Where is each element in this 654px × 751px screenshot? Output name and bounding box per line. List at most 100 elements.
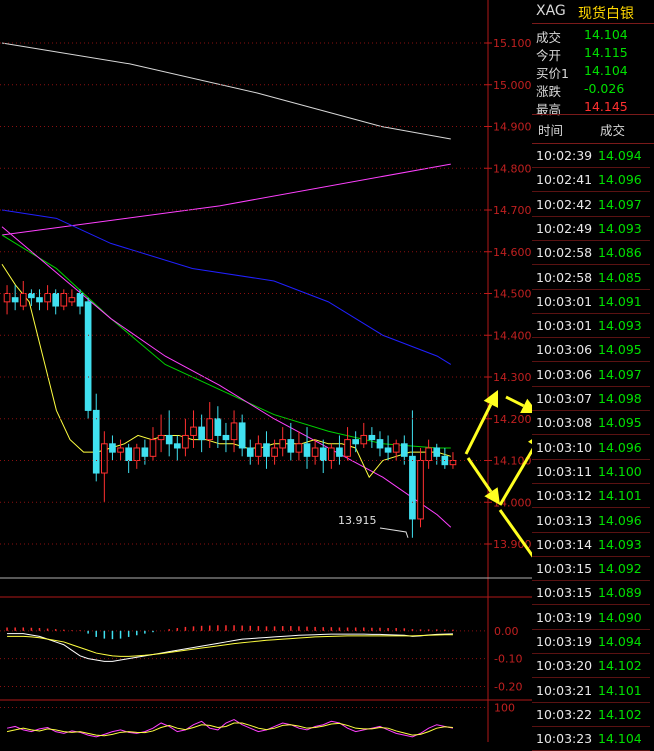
tick-price: 14.094 xyxy=(598,148,642,163)
tick-row: 10:03:01 14.091 xyxy=(532,290,650,314)
quote-value: 14.104 xyxy=(584,27,628,42)
candle xyxy=(11,285,19,311)
moving-average-line xyxy=(1,226,452,528)
candle-body xyxy=(141,447,149,457)
candle-body xyxy=(417,460,424,520)
candle-body xyxy=(149,439,157,457)
tick-time: 10:03:01 xyxy=(536,318,593,334)
candle xyxy=(214,406,222,448)
quote-label: 今开 xyxy=(536,48,562,63)
arrow-shaft xyxy=(505,395,525,408)
tick-price: 14.089 xyxy=(598,585,642,601)
tick-row: 10:03:06 14.095 xyxy=(532,338,650,363)
macd-panel: 0.00 -0.10 -0.20 xyxy=(0,625,522,693)
tick-time: 10:03:15 xyxy=(536,561,593,577)
candle-body xyxy=(206,418,214,441)
candle-body xyxy=(165,434,173,445)
tick-row: 10:03:23 14.104 xyxy=(532,727,650,751)
low-price-pointer xyxy=(379,527,409,538)
tick-row: 10:02:41 14.096 xyxy=(532,168,650,193)
tick-price: 14.104 xyxy=(598,731,642,747)
yellow-arrow xyxy=(505,395,532,413)
candle-body xyxy=(449,460,457,466)
tick-time: 10:03:06 xyxy=(536,366,593,382)
tick-row: 10:03:19 14.094 xyxy=(532,630,650,654)
candle-body xyxy=(246,447,254,457)
candle-body xyxy=(344,439,351,457)
candle-body xyxy=(117,447,124,453)
candle xyxy=(133,443,141,469)
tick-time: 10:02:41 xyxy=(536,172,593,188)
tick-price: 14.096 xyxy=(598,512,642,528)
tick-time: 10:02:39 xyxy=(536,148,593,163)
tick-row: 10:03:06 14.097 xyxy=(532,363,650,387)
quote-label: 涨跌 xyxy=(536,84,562,99)
candle-body xyxy=(125,447,132,462)
tick-price: 14.095 xyxy=(598,415,642,431)
tick-row: 10:02:49 14.093 xyxy=(532,217,650,241)
tick-list-header: 时间 成交 xyxy=(532,114,654,144)
quote-row: 买价1 14.104 xyxy=(536,63,654,81)
tick-row: 10:03:22 14.102 xyxy=(532,703,650,727)
tick-row: 10:03:14 14.093 xyxy=(532,533,650,557)
macd-y-tick-label: 0.00 xyxy=(494,625,519,638)
tick-row: 10:03:15 14.089 xyxy=(532,581,650,606)
tick-list[interactable]: 10:02:39 14.094 10:02:41 14.096 10:02:42 14.0… xyxy=(532,144,654,751)
tick-price: 14.093 xyxy=(598,318,642,334)
tick-time: 10:03:19 xyxy=(536,609,593,625)
tick-time: 10:03:23 xyxy=(536,731,593,747)
candle xyxy=(222,422,230,453)
tick-time: 10:03:19 xyxy=(536,634,593,649)
candle-body xyxy=(190,426,197,436)
tick-row: 10:02:58 14.086 xyxy=(532,241,650,266)
candle xyxy=(230,410,238,453)
candle-body xyxy=(360,434,368,445)
symbol-code: XAG xyxy=(536,3,566,19)
candle-body xyxy=(336,447,343,457)
tick-time: 10:02:42 xyxy=(536,196,593,212)
candle xyxy=(68,289,76,307)
tick-price: 14.094 xyxy=(598,634,642,649)
instrument-header: XAG 现货白银 xyxy=(532,0,654,24)
candle xyxy=(149,427,157,461)
candle xyxy=(376,431,384,457)
y-tick-label: 15.000 xyxy=(493,79,532,92)
candle xyxy=(344,427,351,461)
candle-body xyxy=(76,293,84,307)
tick-time: 10:03:11 xyxy=(536,463,593,479)
candle xyxy=(336,435,343,465)
candle-body xyxy=(384,447,392,453)
tick-price: 14.102 xyxy=(598,658,642,674)
time-column-header: 时间 xyxy=(538,123,564,138)
y-tick-label: 14.300 xyxy=(493,371,532,384)
quote-value: 14.104 xyxy=(584,63,628,78)
candle-body xyxy=(271,447,278,457)
tick-price: 14.095 xyxy=(598,342,642,358)
candle-body xyxy=(198,426,205,441)
macd-line xyxy=(7,634,453,657)
yellow-arrow xyxy=(498,439,532,506)
candle-body xyxy=(433,447,441,457)
candle-body xyxy=(44,293,51,303)
candle-body xyxy=(279,439,287,449)
tick-price: 14.102 xyxy=(598,706,642,722)
candle-body xyxy=(295,443,303,453)
candle-body xyxy=(311,447,319,457)
instrument-name: 现货白银 xyxy=(578,6,634,22)
candle xyxy=(352,431,359,453)
candle xyxy=(125,443,132,474)
candle xyxy=(384,435,392,461)
candle-body xyxy=(36,297,43,303)
quote-label: 成交 xyxy=(536,30,562,45)
tick-row: 10:02:58 14.085 xyxy=(532,266,650,290)
tick-price: 14.086 xyxy=(598,245,642,261)
tick-time: 10:03:01 xyxy=(536,293,593,309)
candle-body xyxy=(230,422,238,441)
tick-price: 14.097 xyxy=(598,366,642,382)
tick-price: 14.096 xyxy=(598,439,642,455)
candle-body xyxy=(409,455,416,520)
tick-price: 14.101 xyxy=(598,682,642,698)
moving-average-line xyxy=(1,42,451,140)
tick-row: 10:03:12 14.101 xyxy=(532,484,650,509)
candle-body xyxy=(52,293,60,307)
